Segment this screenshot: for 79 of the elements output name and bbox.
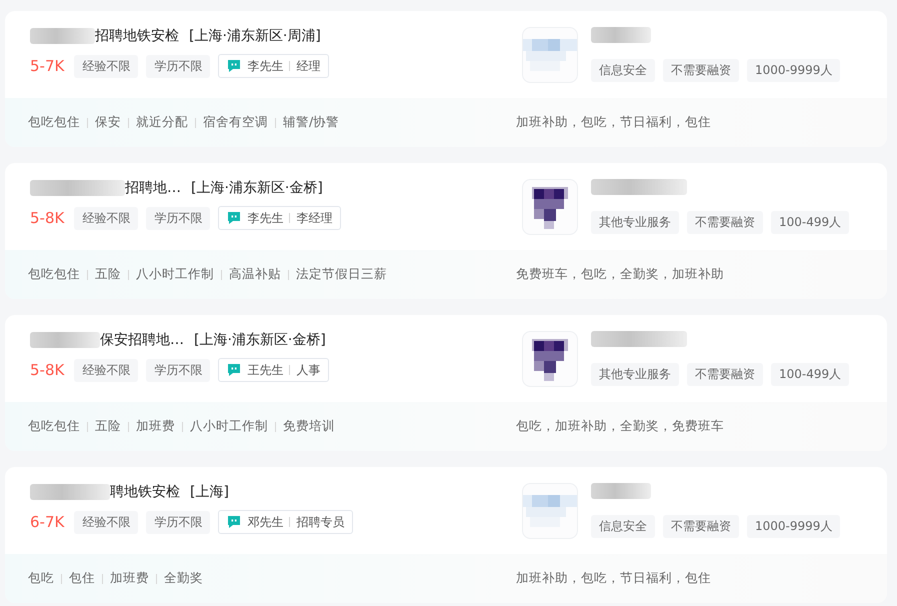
job-title[interactable]: 保安招聘地… (100, 331, 184, 349)
job-tag: 加班费 (136, 418, 175, 435)
chat-icon (227, 211, 242, 225)
recruiter-chip[interactable]: 李先生 李经理 (218, 206, 342, 230)
company-tag: 不需要融资 (663, 515, 739, 538)
salary: 5-8K (30, 209, 64, 227)
job-tag: 全勤奖 (164, 570, 203, 587)
benefits-text: 免费班车，包吃，全勤奖，加班补助 (515, 266, 724, 283)
recruiter-name: 李先生 (247, 58, 284, 74)
recruiter-role: 人事 (296, 362, 320, 378)
redacted-bar (591, 483, 651, 499)
job-tag: 包吃包住 (28, 114, 80, 131)
chat-icon (227, 515, 242, 529)
job-tag: 八小时工作制 (190, 418, 268, 435)
company-tag: 100-499人 (771, 363, 850, 386)
salary: 6-7K (30, 513, 64, 531)
job-tag: 保安 (95, 114, 121, 131)
job-location: [上海] (190, 483, 229, 501)
redacted-bar (591, 27, 651, 43)
job-card[interactable]: 招聘地铁安检 [上海·浦东新区·周浦] 5-7K 经验不限 学历不限 李先生 经理 信息安全 不需要融资 1000-9999人 包吃包住 保安 就近分配 宿舍有空调 辅警/协警 加班补助，包吃，节日福利，包住 (5, 11, 887, 147)
job-tag: 就近分配 (136, 114, 188, 131)
benefits-text: 加班补助，包吃，节日福利，包住 (515, 570, 711, 587)
job-tag: 宿舍有空调 (203, 114, 268, 131)
requirement-tag: 学历不限 (146, 510, 210, 534)
job-card[interactable]: 保安招聘地… [上海·浦东新区·金桥] 5-8K 经验不限 学历不限 王先生 人事 其他专业服务 不需要融资 100-499人 包吃包住 五险 加班费 八小时工作制 免费培训 包吃，加班补助，全勤奖，免费班车 (5, 315, 887, 451)
job-tag: 包住 (69, 570, 95, 587)
job-tag: 五险 (95, 418, 121, 435)
job-title[interactable]: 聘地铁安检 (110, 483, 180, 501)
recruiter-name: 邓先生 (247, 514, 284, 530)
job-title[interactable]: 招聘地… (125, 179, 181, 197)
company-tag: 不需要融资 (663, 59, 739, 82)
salary: 5-7K (30, 57, 64, 75)
company-tag: 不需要融资 (687, 363, 763, 386)
recruiter-role: 经理 (296, 58, 320, 74)
company-tag: 其他专业服务 (591, 211, 679, 234)
salary: 5-8K (30, 361, 64, 379)
redacted-bar (30, 332, 100, 348)
chat-icon (227, 363, 242, 377)
recruiter-name: 李先生 (247, 210, 284, 226)
company-tag: 信息安全 (591, 515, 655, 538)
job-location: [上海·浦东新区·周浦] (189, 27, 321, 45)
job-tag: 八小时工作制 (136, 266, 214, 283)
company-tag: 不需要融资 (687, 211, 763, 234)
company-tag: 信息安全 (591, 59, 655, 82)
recruiter-name: 王先生 (247, 362, 284, 378)
requirement-tag: 学历不限 (146, 54, 210, 78)
company-tag: 1000-9999人 (747, 515, 840, 538)
recruiter-role: 招聘专员 (296, 514, 344, 530)
company-tag: 100-499人 (771, 211, 850, 234)
recruiter-chip[interactable]: 王先生 人事 (218, 358, 330, 382)
redacted-bar (30, 28, 95, 44)
job-tag: 加班费 (110, 570, 149, 587)
job-title[interactable]: 招聘地铁安检 (95, 27, 179, 45)
job-card[interactable]: 招聘地… [上海·浦东新区·金桥] 5-8K 经验不限 学历不限 李先生 李经理 其他专业服务 不需要融资 100-499人 包吃包住 五险 八小时工作制 高温补贴 法定节假日三薪 免费班车，包吃，全勤奖，加班补助 (5, 163, 887, 299)
job-tag: 包吃包住 (28, 266, 80, 283)
recruiter-chip[interactable]: 李先生 经理 (218, 54, 330, 78)
requirement-tag: 学历不限 (146, 206, 210, 230)
job-tag: 辅警/协警 (283, 114, 340, 131)
job-card[interactable]: 聘地铁安检 [上海] 6-7K 经验不限 学历不限 邓先生 招聘专员 信息安全 不需要融资 1000-9999人 包吃 包住 加班费 全勤奖 加班补助，包吃，节日福利，包住 (5, 467, 887, 603)
requirement-tag: 经验不限 (74, 54, 138, 78)
recruiter-chip[interactable]: 邓先生 招聘专员 (218, 510, 354, 534)
benefits-text: 包吃，加班补助，全勤奖，免费班车 (515, 418, 724, 435)
benefits-text: 加班补助，包吃，节日福利，包住 (515, 114, 711, 131)
job-tag: 五险 (95, 266, 121, 283)
requirement-tag: 经验不限 (74, 206, 138, 230)
company-tag: 其他专业服务 (591, 363, 679, 386)
job-location: [上海·浦东新区·金桥] (194, 331, 326, 349)
recruiter-role: 李经理 (296, 210, 332, 226)
requirement-tag: 经验不限 (74, 358, 138, 382)
job-tag: 包吃包住 (28, 418, 80, 435)
job-location: [上海·浦东新区·金桥] (191, 179, 323, 197)
requirement-tag: 学历不限 (146, 358, 210, 382)
company-tag: 1000-9999人 (747, 59, 840, 82)
chat-icon (227, 59, 242, 73)
requirement-tag: 经验不限 (74, 510, 138, 534)
job-tag: 免费培训 (283, 418, 335, 435)
job-tag: 包吃 (28, 570, 54, 587)
job-tag: 法定节假日三薪 (296, 266, 387, 283)
job-tag: 高温补贴 (229, 266, 281, 283)
